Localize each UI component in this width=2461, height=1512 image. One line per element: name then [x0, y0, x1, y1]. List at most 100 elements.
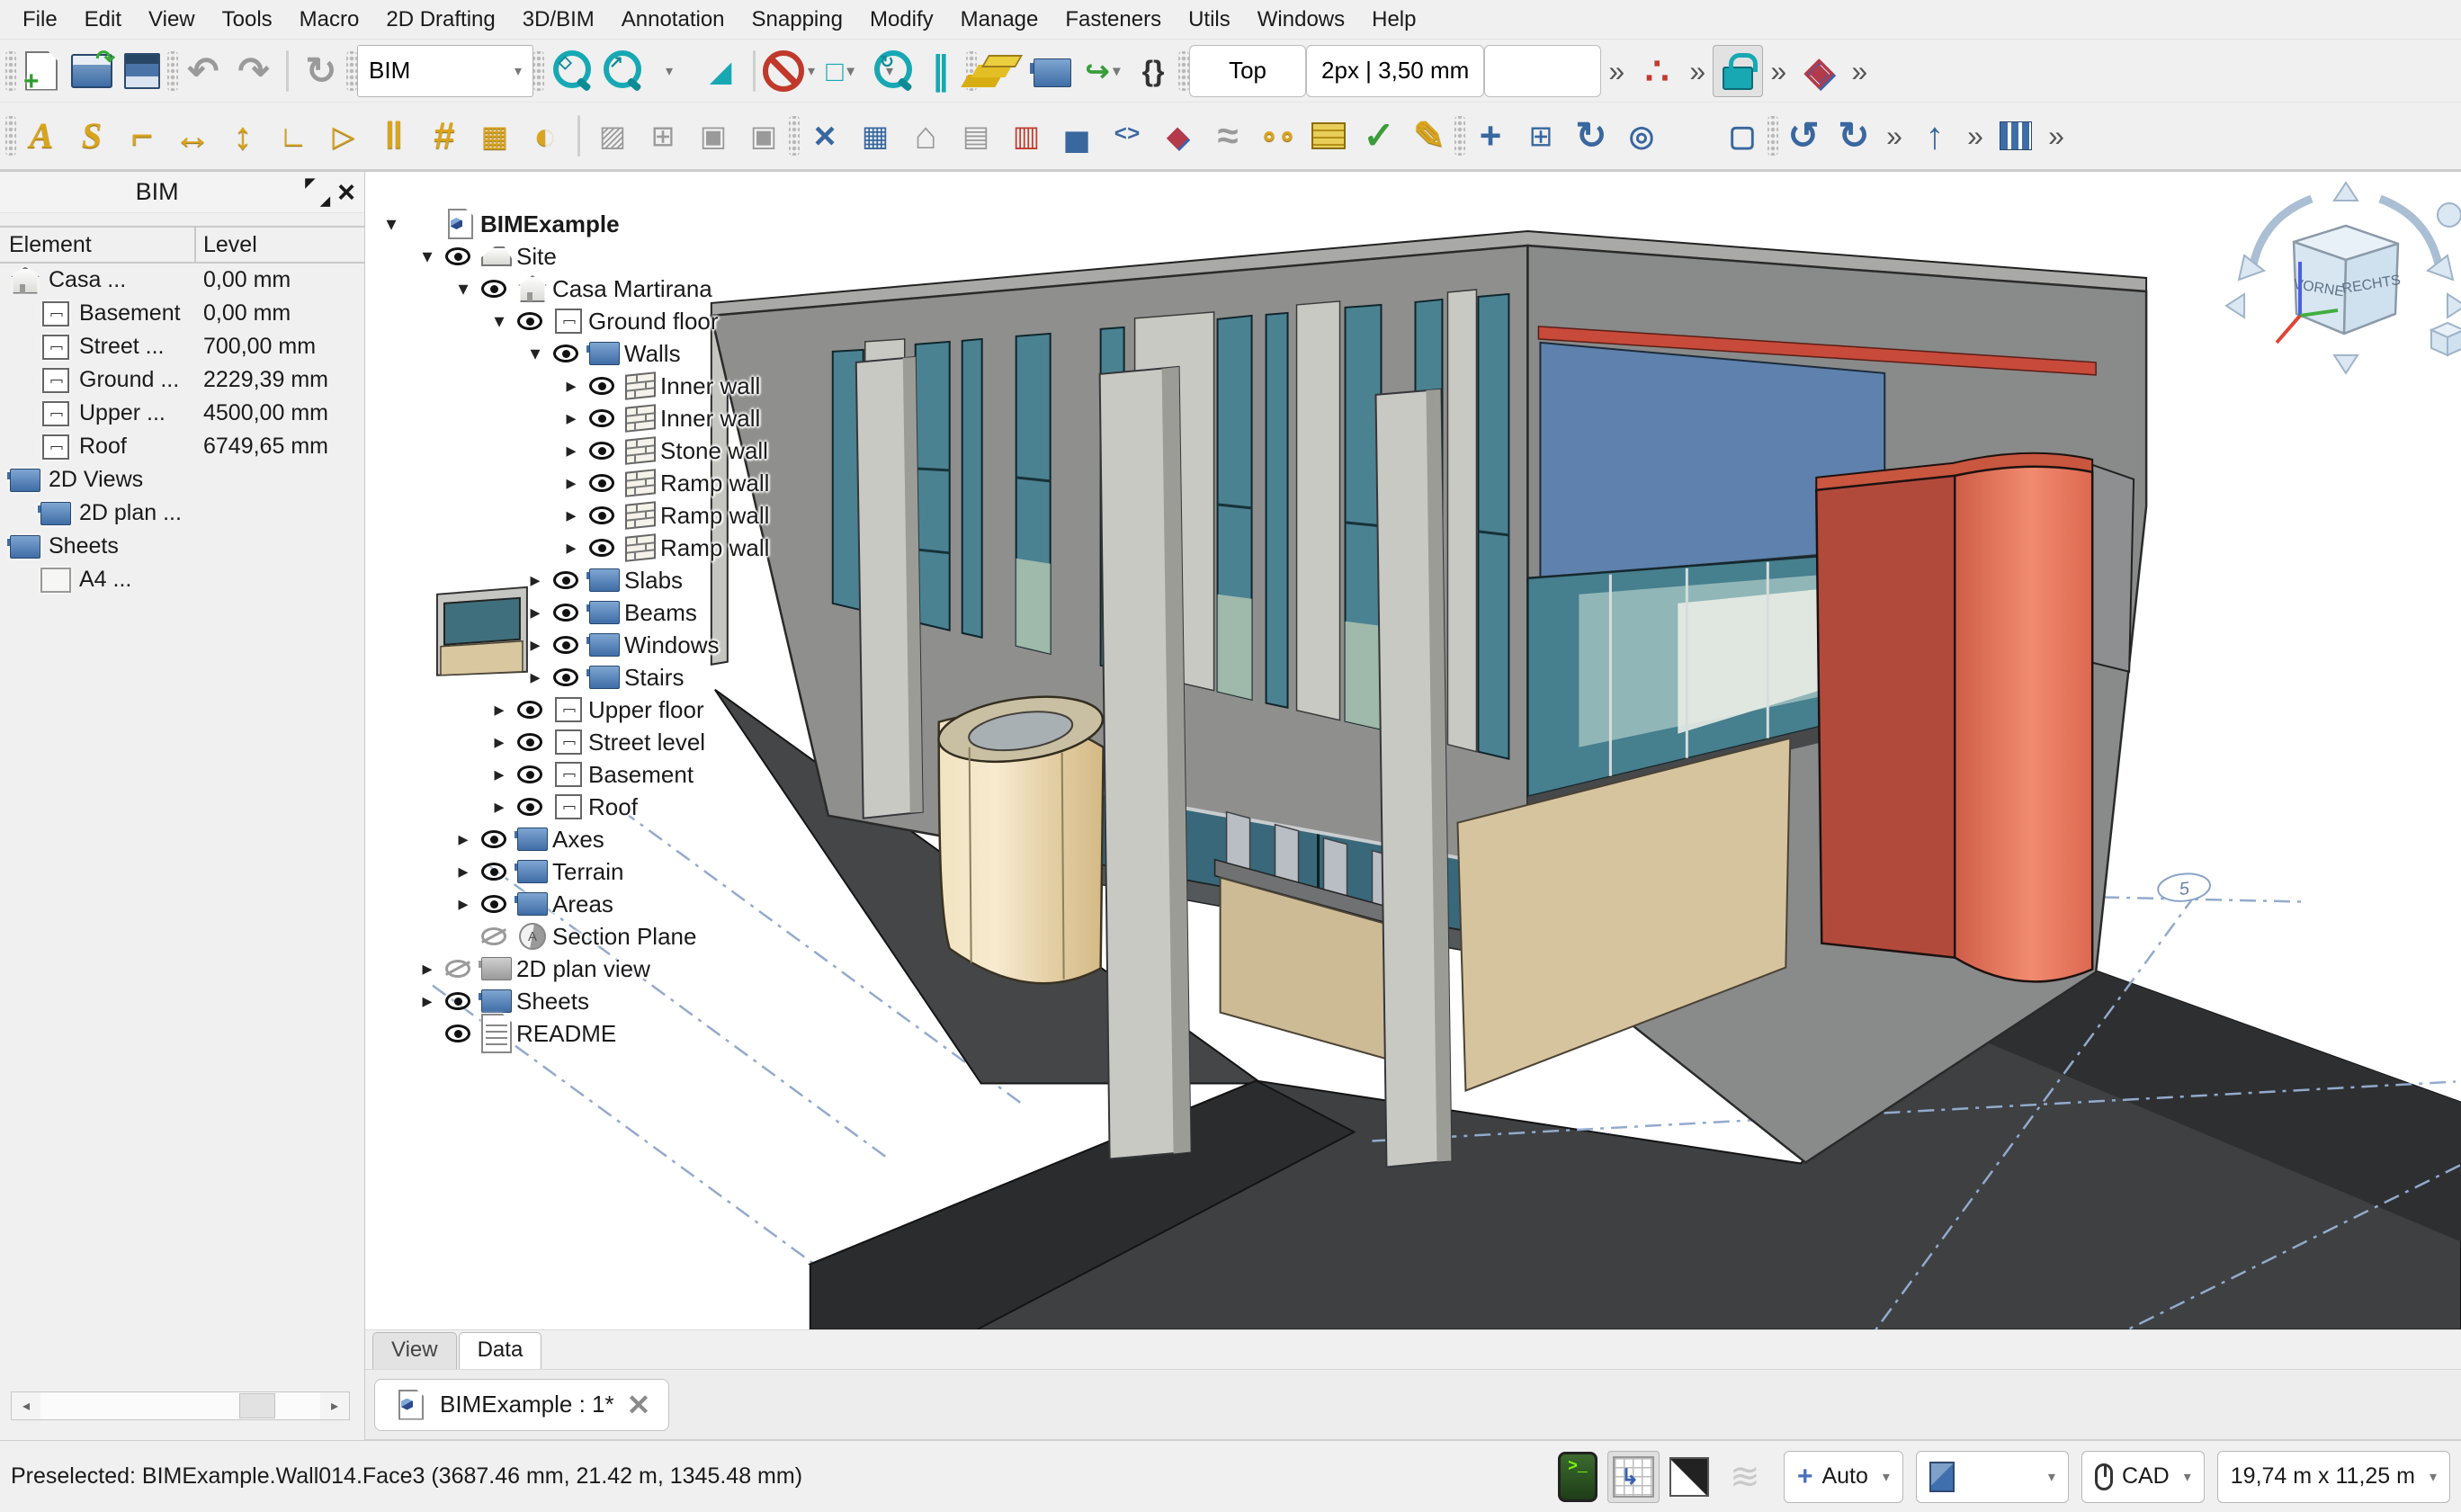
checklist-button[interactable]: ✓	[1354, 110, 1404, 162]
menu-2d-drafting[interactable]: 2D Drafting	[372, 4, 508, 35]
move-button[interactable]: +	[1465, 110, 1516, 162]
menu-snapping[interactable]: Snapping	[738, 4, 856, 35]
tree-item-windows[interactable]: Windows	[371, 629, 769, 661]
visibility-eye-icon[interactable]	[443, 991, 473, 1011]
tree-expander[interactable]	[448, 828, 479, 851]
tree-expander[interactable]	[556, 407, 586, 430]
visibility-eye-icon[interactable]	[586, 408, 617, 428]
visibility-eye-icon[interactable]	[479, 829, 509, 849]
panel-close-icon[interactable]: ×	[337, 181, 355, 204]
save-button[interactable]	[117, 45, 167, 97]
section-plane-button[interactable]: ▨	[587, 110, 638, 162]
annotation-styles-button[interactable]: ✎	[1404, 110, 1454, 162]
overflow-chevron[interactable]: »	[1879, 110, 1910, 162]
axonometric-view-button[interactable]: ▾	[645, 45, 695, 97]
lock-button[interactable]	[1713, 45, 1763, 97]
top-view-button[interactable]: Top	[1189, 45, 1306, 97]
working-plane-button[interactable]: ▦	[850, 110, 900, 162]
vertical-dimension-button[interactable]: ↕	[218, 110, 268, 162]
tree-expander[interactable]	[484, 309, 515, 333]
tree-expander[interactable]	[412, 989, 443, 1013]
leader-button[interactable]: ⌐	[117, 110, 167, 162]
nav-circle[interactable]	[2438, 203, 2461, 227]
menu-tools[interactable]: Tools	[209, 4, 286, 35]
clipping-plane-button[interactable]: ◢	[695, 45, 746, 97]
tree-item-roof[interactable]: Roof	[371, 791, 769, 823]
plan-view-button[interactable]: ▣	[688, 110, 738, 162]
tree-expander[interactable]	[520, 601, 550, 624]
overflow-chevron[interactable]: »	[1682, 45, 1713, 97]
tree-item-beams[interactable]: Beams	[371, 596, 769, 629]
overflow-chevron[interactable]: »	[2041, 110, 2072, 162]
menu-3d-bim[interactable]: 3D/BIM	[509, 4, 608, 35]
tree-expander[interactable]	[520, 568, 550, 592]
polyline-leader-button[interactable]: ∟	[268, 110, 318, 162]
visibility-eye-icon[interactable]	[515, 311, 545, 331]
visibility-eye-icon[interactable]	[443, 246, 473, 266]
tree-item-stone-wall[interactable]: Stone wall	[371, 434, 769, 467]
bim-setup-button[interactable]: ×	[800, 110, 850, 162]
working-plane-icon[interactable]	[1607, 1451, 1660, 1503]
ifc-doc-button[interactable]: ◆	[1152, 110, 1203, 162]
tree-expander[interactable]	[484, 730, 515, 754]
navigation-cube[interactable]: VORNE RECHTS	[2226, 183, 2461, 373]
tree-expander[interactable]	[520, 342, 550, 365]
tree-item-slabs[interactable]: Slabs	[371, 564, 769, 596]
working-plane-selector[interactable]: + Auto▾	[1784, 1451, 1903, 1503]
offset-button[interactable]: ◎	[1616, 110, 1667, 162]
visibility-eye-icon[interactable]	[515, 700, 545, 720]
tree-expander[interactable]	[376, 212, 407, 236]
text-button[interactable]: A	[16, 110, 67, 162]
tree-expander[interactable]	[484, 698, 515, 721]
visibility-eye-icon[interactable]	[479, 862, 509, 881]
toggle-visibility-button[interactable]: ▾	[763, 45, 815, 97]
tree-expander[interactable]	[484, 763, 515, 786]
tab-data[interactable]: Data	[459, 1332, 542, 1369]
workbench-selector[interactable]: BIM ▾	[357, 45, 533, 97]
tree-expander[interactable]	[484, 795, 515, 819]
menu-annotation[interactable]: Annotation	[608, 4, 738, 35]
export-button[interactable]: ↪ ▾	[1078, 45, 1128, 97]
draft-edit-2-button[interactable]: ↻	[1829, 110, 1879, 162]
panel-row-ground[interactable]: Ground ... 2229,39 mm	[0, 363, 364, 397]
overflow-chevron[interactable]: »	[1763, 45, 1794, 97]
box-selection-button[interactable]: □ ▾	[815, 45, 865, 97]
tree-expander[interactable]	[412, 245, 443, 268]
material-doc-button[interactable]: ∘∘	[1253, 110, 1303, 162]
tree-item-readme[interactable]: README	[371, 1017, 769, 1050]
panel-row-basement[interactable]: Basement 0,00 mm	[0, 297, 364, 330]
tree-item-stairs[interactable]: Stairs	[371, 661, 769, 693]
tree-item-bimexample[interactable]: BIMExample	[371, 208, 769, 240]
panel-row-2d-plan[interactable]: 2D plan ...	[0, 497, 364, 530]
tree-item-basement[interactable]: Basement	[371, 758, 769, 791]
column-header-level[interactable]: Level	[196, 232, 257, 258]
document-close-icon[interactable]: ✕	[627, 1388, 651, 1422]
schedule-button[interactable]: ▤	[951, 110, 1001, 162]
pointer-mode-button[interactable]	[1484, 45, 1601, 97]
layers-doc-button[interactable]: ≈	[1203, 110, 1253, 162]
menu-edit[interactable]: Edit	[71, 4, 135, 35]
rotate-button[interactable]: ↻	[1566, 110, 1616, 162]
tree-item-site[interactable]: Site	[371, 240, 769, 273]
sync-view-button[interactable]: ↻ ▾	[865, 45, 916, 97]
panel-expand-icon[interactable]	[305, 180, 330, 205]
visibility-eye-icon[interactable]	[586, 538, 617, 558]
menu-view[interactable]: View	[135, 4, 209, 35]
tree-item-ramp-wall-3[interactable]: Ramp wall	[371, 532, 769, 564]
visibility-eye-icon[interactable]	[443, 959, 473, 979]
layer-selector[interactable]: ▾	[1916, 1451, 2069, 1503]
measure-button[interactable]: ∥	[916, 45, 966, 97]
menu-windows[interactable]: Windows	[1244, 4, 1358, 35]
grid-button[interactable]: ▦	[470, 110, 520, 162]
visibility-eye-icon[interactable]	[515, 765, 545, 784]
tree-expander[interactable]	[448, 860, 479, 883]
tree-item-upper-floor[interactable]: Upper floor	[371, 693, 769, 726]
menu-help[interactable]: Help	[1358, 4, 1429, 35]
visibility-eye-icon[interactable]	[586, 505, 617, 525]
visibility-eye-icon[interactable]	[550, 344, 581, 363]
project-button[interactable]: ⌂	[900, 110, 951, 162]
dimension-button[interactable]: ↔	[167, 110, 218, 162]
overflow-chevron[interactable]: »	[1960, 110, 1991, 162]
scrollbar-track[interactable]	[40, 1392, 320, 1419]
menu-macro[interactable]: Macro	[286, 4, 373, 35]
